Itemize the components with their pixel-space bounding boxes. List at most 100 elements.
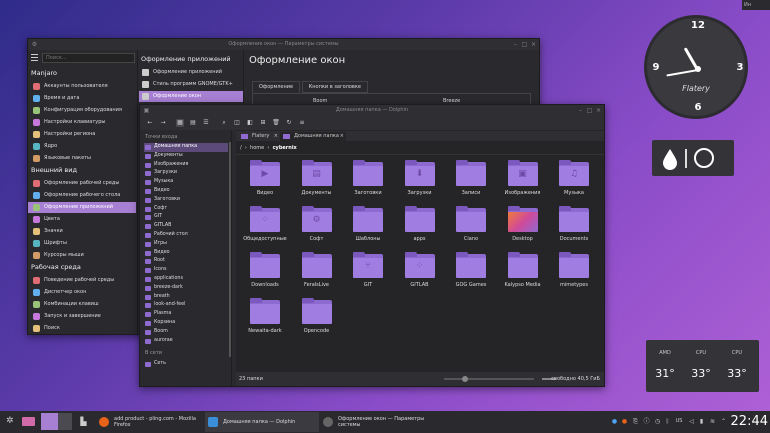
folder-item[interactable]: Kalypso Media (497, 252, 549, 288)
place-item[interactable]: Видео (144, 187, 228, 196)
folder-item[interactable]: Записи (445, 160, 497, 196)
sidebar-item[interactable]: Аккаунты пользователя (28, 81, 136, 92)
minimize-icon[interactable]: – (512, 41, 519, 48)
folder-item[interactable]: Desktop (497, 206, 549, 242)
sidebar-item[interactable]: Конфигурация оборудования (28, 105, 136, 116)
sidebar-item[interactable]: Время и дата (28, 93, 136, 104)
settings-titlebar[interactable]: ⚙ Оформление окон — Параметры системы – … (28, 39, 539, 50)
preview-icon[interactable]: ◧ (246, 119, 254, 127)
app-style-item[interactable]: Оформление окон (139, 91, 243, 102)
places-scrollbar[interactable] (229, 142, 231, 357)
folder-item[interactable]: Documents (548, 206, 600, 242)
place-item[interactable]: Корзина (144, 319, 228, 328)
panel-corner-label[interactable]: Ин (742, 0, 770, 10)
place-item[interactable]: Видео (144, 249, 228, 258)
place-item[interactable]: look-and-feel (144, 301, 228, 310)
folder-item[interactable]: Opencode (291, 298, 343, 334)
sidebar-item[interactable]: Значки (28, 226, 136, 237)
window-switcher-icon[interactable]: ▙ (80, 418, 87, 426)
folder-item[interactable]: ⑂ GIT (342, 252, 394, 288)
crumb-current[interactable]: cybernix (273, 145, 297, 151)
refresh-icon[interactable]: ↻ (285, 119, 293, 127)
sidebar-item[interactable]: Запуск и завершение (28, 311, 136, 322)
sidebar-item[interactable]: Курсоры мыши (28, 250, 136, 261)
crumb-home[interactable]: home (250, 145, 264, 151)
place-item[interactable]: Музыка (144, 178, 228, 187)
sidebar-item[interactable]: Настройки клавиатуры (28, 117, 136, 128)
window-menu-icon[interactable]: ▣ (143, 107, 150, 114)
maximize-icon[interactable]: □ (586, 107, 593, 114)
search-input[interactable]: Поиск... (42, 53, 135, 63)
place-item[interactable]: Заготовки (144, 196, 228, 205)
clipboard-tray-icon[interactable]: ⎘ (632, 418, 639, 425)
folder-item[interactable]: ▣ Изображения (497, 160, 549, 196)
network-tray-icon[interactable]: ● (611, 418, 618, 425)
sidebar-item[interactable]: Поиск (28, 323, 136, 334)
app-launcher-icon[interactable]: ✲ (6, 417, 14, 426)
place-item[interactable]: GIT (144, 213, 228, 222)
sidebar-item[interactable]: Языковые пакеты (28, 153, 136, 164)
place-item[interactable]: applications (144, 275, 228, 284)
keyboard-layout[interactable]: US (674, 418, 684, 425)
volume-tray-icon[interactable]: ◁ (688, 418, 695, 425)
sidebar-item[interactable]: Настройки региона (28, 129, 136, 140)
sidebar-item[interactable]: Оформление рабочего стола (28, 190, 136, 201)
app-style-item[interactable]: Стиль программ GNOME/GTK+ (139, 79, 243, 90)
minimize-icon[interactable]: – (577, 107, 584, 114)
task-dolphin[interactable]: Домашняя папка — Dolphin (205, 412, 319, 432)
back-icon[interactable]: ← (146, 119, 154, 127)
place-item[interactable]: Icons (144, 266, 228, 275)
task-settings[interactable]: Оформление окон — Параметры системы (320, 412, 430, 432)
place-item[interactable]: Загрузки (144, 169, 228, 178)
split-view-icon[interactable]: ◫ (233, 119, 241, 127)
sidebar-item[interactable]: Комбинации клавиш (28, 299, 136, 310)
app-style-item[interactable]: Оформление приложений (139, 67, 243, 78)
folder-item[interactable]: ⁘ Общедоступные (239, 206, 291, 242)
new-folder-icon[interactable]: ⊞ (259, 119, 267, 127)
folder-item[interactable]: Шаблоны (342, 206, 394, 242)
folder-item[interactable]: ⚙ Софт (291, 206, 343, 242)
place-item[interactable]: Plasma (144, 310, 228, 319)
bluetooth-tray-icon[interactable]: ᛒ (664, 418, 671, 425)
tab-titlebar-buttons[interactable]: Кнопки в заголовке (301, 81, 368, 93)
sidebar-item[interactable]: Оформление приложений (28, 202, 136, 213)
place-item[interactable]: Софт (144, 205, 228, 214)
zoom-slider[interactable] (444, 378, 534, 380)
place-item[interactable]: Boom (144, 328, 228, 337)
mail-app-icon[interactable] (22, 417, 35, 426)
zoom-slider-handle[interactable] (462, 376, 468, 382)
place-item[interactable]: Изображения (144, 161, 228, 170)
folder-item[interactable]: Заготовки (342, 160, 394, 196)
clock-tray-icon[interactable]: ◷ (654, 418, 661, 425)
folder-item[interactable]: apps (394, 206, 446, 242)
pager-desktop-2[interactable] (58, 413, 72, 430)
hamburger-menu-icon[interactable] (31, 54, 38, 61)
folder-item[interactable]: ▶ Видео (239, 160, 291, 196)
dolphin-titlebar[interactable]: ▣ Домашняя папка — Dolphin – □ × (140, 105, 604, 116)
folder-item[interactable]: ⁘ GITLAB (394, 252, 446, 288)
sidebar-item[interactable]: Ядро (28, 141, 136, 152)
folder-item[interactable]: ⬇ Загрузки (394, 160, 446, 196)
window-menu-icon[interactable]: ⚙ (31, 41, 38, 48)
search-icon[interactable]: ⌕ (220, 119, 228, 127)
sidebar-item[interactable]: Шрифты (28, 238, 136, 249)
place-item[interactable]: Рабочий стол (144, 231, 228, 240)
tab-flatery[interactable]: Flatery × (238, 132, 280, 141)
folder-item[interactable]: ♫ Музыка (548, 160, 600, 196)
sidebar-item[interactable]: Поведение рабочей среды (28, 275, 136, 286)
place-item[interactable]: Домашняя папка (144, 143, 228, 152)
theme-switch-widget[interactable] (652, 140, 734, 176)
expand-tray-icon[interactable]: ⌃ (720, 418, 727, 425)
pager-desktop-1[interactable] (41, 413, 58, 430)
tab-decoration[interactable]: Оформление (252, 81, 301, 93)
place-item[interactable]: Игры (144, 240, 228, 249)
folder-item[interactable]: ▤ Документы (291, 160, 343, 196)
place-item[interactable]: Документы (144, 152, 228, 161)
updates-tray-icon[interactable]: ● (621, 418, 628, 425)
task-firefox[interactable]: add product - pling.com - Mozilla Firefo… (96, 412, 204, 432)
menu-icon[interactable]: ≡ (298, 119, 306, 127)
sidebar-item[interactable]: Цвета (28, 214, 136, 225)
icons-view-icon[interactable]: ▦ (176, 119, 184, 127)
compact-view-icon[interactable]: ▤ (189, 119, 197, 127)
wifi-tray-icon[interactable]: ≋ (709, 418, 716, 425)
